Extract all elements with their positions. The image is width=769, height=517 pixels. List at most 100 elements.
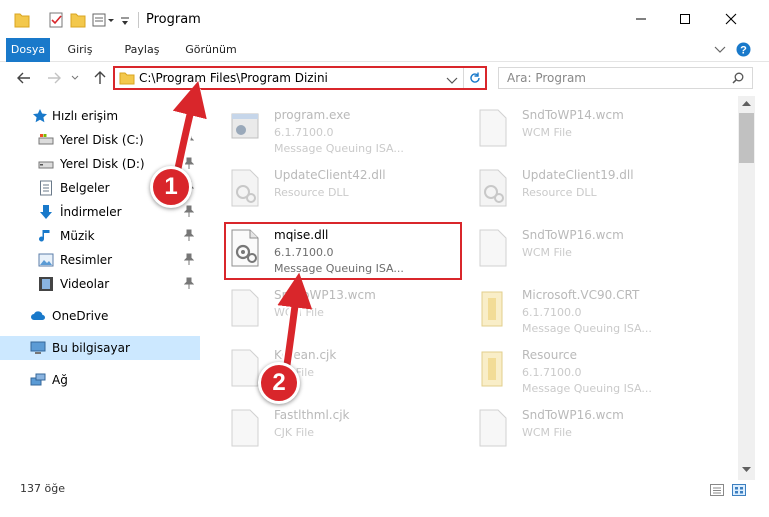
nav-label: Yerel Disk (D:) xyxy=(60,157,145,171)
file-description: Message Queuing ISA... xyxy=(522,382,652,395)
details-view-icon[interactable] xyxy=(710,484,724,496)
nav-item-music[interactable]: Müzik xyxy=(0,224,200,248)
nav-this-pc[interactable]: Bu bilgisayar xyxy=(0,336,200,360)
pin-icon[interactable] xyxy=(184,277,194,289)
file-version: 6.1.7100.0 xyxy=(522,366,582,379)
nav-label: OneDrive xyxy=(52,309,109,323)
arrow-left-icon xyxy=(17,72,30,84)
file-description: Resource DLL xyxy=(522,186,597,199)
folder-icon xyxy=(481,291,503,327)
maximize-button[interactable] xyxy=(662,0,708,38)
drive-icon xyxy=(38,161,54,169)
nav-quick-access[interactable]: Hızlı erişim xyxy=(0,104,200,128)
folder-icon xyxy=(119,72,135,85)
file-name: Microsoft.VC90.CRT xyxy=(522,288,640,302)
exe-icon xyxy=(231,113,259,139)
file-description: Resource DLL xyxy=(274,186,349,199)
file-description: Message Queuing ISA... xyxy=(522,322,652,335)
address-path: C:\Program Files\Program Dizini xyxy=(139,71,328,85)
help-icon[interactable]: ? xyxy=(736,42,751,57)
scroll-down-icon[interactable] xyxy=(741,466,752,474)
pin-icon[interactable] xyxy=(184,133,194,145)
minimize-button[interactable] xyxy=(618,0,664,38)
file-icon xyxy=(231,289,259,327)
file-name: UpdateClient42.dll xyxy=(274,168,386,182)
file-tile[interactable]: Microsoft.VC90.CRT 6.1.7100.0 Message Qu… xyxy=(474,284,714,340)
pin-icon[interactable] xyxy=(184,205,194,217)
customize-toolbar-icon[interactable] xyxy=(92,11,116,29)
chevron-down-icon xyxy=(71,75,79,80)
file-name: SndToWP13.wcm xyxy=(274,288,376,302)
chevron-down-icon[interactable] xyxy=(120,11,130,29)
step-badge-2: 2 xyxy=(258,362,300,404)
file-name: Korean.cjk xyxy=(274,348,337,362)
tiles-view-icon[interactable] xyxy=(732,484,746,496)
nav-item-pictures[interactable]: Resimler xyxy=(0,248,200,272)
computer-icon xyxy=(30,341,46,354)
tab-share[interactable]: Paylaş xyxy=(116,38,168,62)
network-icon xyxy=(30,373,46,386)
refresh-button[interactable] xyxy=(463,68,485,88)
forward-button[interactable] xyxy=(44,68,64,88)
file-tile[interactable]: Resource 6.1.7100.0 Message Queuing ISA.… xyxy=(474,344,714,400)
refresh-icon xyxy=(469,72,480,83)
file-tile[interactable]: SndToWP16.wcm WCM File xyxy=(474,404,714,460)
file-tile[interactable]: SndToWP13.wcm WCM File xyxy=(226,284,466,340)
file-name: program.exe xyxy=(274,108,351,122)
address-bar[interactable]: C:\Program Files\Program Dizini xyxy=(113,66,487,90)
nav-label: Belgeler xyxy=(60,181,110,195)
scrollbar-thumb[interactable] xyxy=(739,113,754,163)
pin-icon[interactable] xyxy=(184,157,194,169)
new-folder-icon[interactable] xyxy=(70,11,86,29)
close-button[interactable] xyxy=(708,0,754,38)
file-version: 6.1.7100.0 xyxy=(274,126,334,139)
nav-item-videos[interactable]: Videolar xyxy=(0,272,200,296)
step-badge-1: 1 xyxy=(150,166,192,208)
recent-locations-button[interactable] xyxy=(68,68,82,88)
file-tile[interactable]: UpdateClient42.dll Resource DLL xyxy=(226,164,466,220)
title-bar: Program xyxy=(0,0,769,38)
up-button[interactable] xyxy=(90,68,110,88)
file-type: WCM File xyxy=(522,246,572,259)
pin-icon[interactable] xyxy=(184,253,194,265)
file-type: WCM File xyxy=(274,306,324,319)
nav-onedrive[interactable]: OneDrive xyxy=(0,304,200,328)
search-placeholder: Ara: Program xyxy=(507,71,586,85)
scroll-up-icon[interactable] xyxy=(741,99,752,107)
search-icon[interactable] xyxy=(732,72,744,84)
pin-icon[interactable] xyxy=(184,229,194,241)
nav-label: İndirmeler xyxy=(60,205,122,219)
nav-item-disk-c[interactable]: Yerel Disk (C:) xyxy=(0,128,200,152)
file-type: WCM File xyxy=(522,426,572,439)
music-icon xyxy=(39,230,50,242)
properties-icon[interactable] xyxy=(48,11,64,29)
tab-home[interactable]: Giriş xyxy=(60,38,100,62)
tab-view[interactable]: Görünüm xyxy=(178,38,244,62)
cloud-icon xyxy=(31,311,45,320)
file-tile[interactable]: UpdateClient19.dll Resource DLL xyxy=(474,164,714,220)
nav-label: Hızlı erişim xyxy=(52,109,119,123)
toolbar-separator xyxy=(138,12,139,28)
window-title: Program xyxy=(146,12,201,27)
nav-label: Videolar xyxy=(60,277,110,291)
back-button[interactable] xyxy=(14,68,34,88)
nav-label: Bu bilgisayar xyxy=(52,341,130,355)
tab-file[interactable]: Dosya xyxy=(6,38,50,62)
file-icon xyxy=(479,109,507,147)
file-icon xyxy=(231,349,259,387)
file-tile[interactable]: program.exe 6.1.7100.0 Message Queuing I… xyxy=(226,104,466,160)
nav-label: Yerel Disk (C:) xyxy=(60,133,144,147)
nav-network[interactable]: Ağ xyxy=(0,368,200,392)
address-dropdown-icon[interactable] xyxy=(443,73,461,89)
arrow-right-icon xyxy=(48,72,61,84)
search-input[interactable]: Ara: Program xyxy=(498,67,753,89)
file-tile[interactable]: Fastlthml.cjk CJK File xyxy=(226,404,466,460)
folder-icon xyxy=(14,13,30,28)
file-tile[interactable]: SndToWP16.wcm WCM File xyxy=(474,224,714,280)
item-count: 137 öğe xyxy=(20,482,65,495)
pictures-icon xyxy=(38,253,54,267)
maximize-icon xyxy=(680,14,690,24)
expand-ribbon-icon[interactable] xyxy=(714,45,726,55)
file-tile[interactable]: SndToWP14.wcm WCM File xyxy=(474,104,714,160)
ribbon: Dosya Giriş Paylaş Görünüm ? xyxy=(0,38,769,62)
